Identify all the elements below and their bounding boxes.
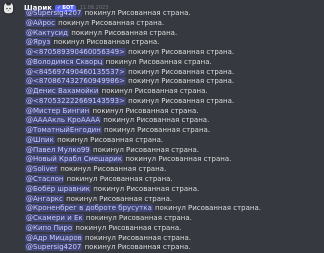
user-mention[interactable]: @Айрос: [25, 18, 56, 27]
user-mention[interactable]: @Supersig4207: [25, 9, 83, 17]
leave-text: покинул Рисованная страна.: [93, 145, 200, 154]
leave-text: покинул Рисованная страна.: [125, 155, 232, 164]
leave-text: покинул Рисованная страна.: [104, 126, 211, 135]
user-mention[interactable]: @ААААкль КроАААА: [25, 116, 102, 125]
avatar[interactable]: [2, 2, 15, 15]
message-line: @Денис Вахамойки покинул Рисованная стра…: [25, 87, 324, 97]
message-line: @Кипо Пиро покинул Рисованная страна.: [25, 223, 324, 234]
user-mention[interactable]: @Скамери и Ек: [25, 214, 84, 223]
leave-text: покинул Рисованная страна.: [128, 48, 235, 57]
message-line: @Скамери и Ек покинул Рисованная страна.: [25, 214, 324, 224]
leave-text: покинул Рисованная страна.: [128, 77, 235, 86]
leave-text: покинул Рисованная страна.: [75, 223, 182, 232]
message-line: @Шпик покинул Рисованная страна.: [25, 135, 324, 146]
user-mention[interactable]: @Володимся Скворц: [25, 57, 104, 66]
message-line: @Павел Мулко99 покинул Рисованная страна…: [25, 145, 324, 156]
message-line: @Ангаркс покинул Рисованная страна.: [25, 194, 324, 205]
user-mention[interactable]: @Шпик: [25, 135, 55, 144]
leave-text: покинул Рисованная страна.: [66, 194, 173, 203]
leave-text: покинул Рисованная страна.: [85, 233, 192, 242]
leave-text: покинул Рисованная страна.: [154, 204, 261, 213]
user-mention[interactable]: @Кипо Пиро: [25, 223, 74, 232]
message-line: @<870867432760949986> покинул Рисованная…: [25, 77, 324, 87]
leave-text: покинул Рисованная страна.: [85, 214, 192, 223]
user-mention[interactable]: @Кроненбрег в доброте брусутка: [25, 204, 153, 213]
message-line: @Soliver покинул Рисованная страна.: [25, 165, 324, 175]
leave-text: покинул Рисованная страна.: [84, 9, 191, 17]
user-mention[interactable]: @Soliver: [25, 165, 58, 174]
message-line: @ААААкль КроАААА покинул Рисованная стра…: [25, 116, 324, 126]
leave-text: покинул Рисованная страна.: [53, 38, 160, 47]
leave-text: покинул Рисованная страна.: [57, 135, 164, 144]
user-mention[interactable]: @Ангаркс: [25, 194, 64, 203]
user-mention[interactable]: @Новый Крабл Смешарик: [25, 155, 124, 164]
message-line: @Новый Крабл Смешарик покинул Рисованная…: [25, 155, 324, 165]
cat-head-icon: [4, 3, 13, 14]
user-mention[interactable]: @<845697490460135537>: [25, 67, 126, 76]
user-mention[interactable]: @ТоматныйЕнгодин: [25, 126, 102, 135]
message-line: @Володимся Скворц покинул Рисованная стр…: [25, 57, 324, 68]
leave-text: покинул Рисованная страна.: [60, 165, 167, 174]
user-mention[interactable]: @Supersig4207: [25, 243, 83, 252]
message-line: @Кактусид покинул Рисованная страна.: [25, 28, 324, 39]
message-line: @Стаслон покинул Рисованная страна.: [25, 175, 324, 185]
user-mention[interactable]: @<870867432760949986>: [25, 77, 126, 86]
leave-text: покинул Рисованная страна.: [128, 67, 235, 76]
user-mention[interactable]: @Денис Вахамойки: [25, 87, 100, 96]
message-line: @<845697490460135537> покинул Рисованная…: [25, 67, 324, 78]
user-mention[interactable]: @Адр Мицаров: [25, 233, 83, 242]
user-mention[interactable]: @Стаслон: [25, 175, 65, 184]
user-mention[interactable]: @Кактусид: [25, 28, 69, 37]
leave-text: покинул Рисованная страна.: [93, 184, 200, 193]
user-mention[interactable]: @Яруз: [25, 38, 52, 47]
message-line: @Мистер Бингин покинул Рисованная страна…: [25, 106, 324, 117]
message-line: @Бобёр шравник покинул Рисованная страна…: [25, 184, 324, 195]
message-line: @Айрос покинул Рисованная страна.: [25, 18, 324, 29]
message-line: @Кроненбрег в доброте брусутка покинул Р…: [25, 204, 324, 214]
leave-text: покинул Рисованная страна.: [71, 28, 178, 37]
leave-text: покинул Рисованная страна.: [66, 175, 173, 184]
user-mention[interactable]: @Бобёр шравник: [25, 184, 91, 193]
leave-text: покинул Рисованная страна.: [92, 106, 199, 115]
leave-text: покинул Рисованная страна.: [103, 116, 210, 125]
message-line: @Supersig4207 покинул Рисованная страна.: [25, 243, 324, 253]
message-line: @Яруз покинул Рисованная страна.: [25, 38, 324, 48]
message-line: @Supersig4207 покинул Рисованная страна.: [25, 9, 324, 19]
user-mention[interactable]: @Павел Мулко99: [25, 145, 91, 154]
user-mention[interactable]: @<870532222669143593>: [25, 96, 126, 105]
message-line: @<870532222669143593> покинул Рисованная…: [25, 96, 324, 107]
user-mention[interactable]: @<870589390460056349>: [25, 48, 126, 57]
leave-text: покинул Рисованная страна.: [128, 96, 235, 105]
leave-text: покинул Рисованная страна.: [84, 243, 191, 252]
user-mention[interactable]: @Мистер Бингин: [25, 106, 91, 115]
leave-text: покинул Рисованная страна.: [58, 18, 165, 27]
message-line: @ТоматныйЕнгодин покинул Рисованная стра…: [25, 126, 324, 136]
chat-message: Шарик ✓ БОТ 11.08.2023 @Supersig4207 пок…: [0, 0, 324, 253]
leave-text: покинул Рисованная страна.: [101, 87, 208, 96]
message-line: @<870589390460056349> покинул Рисованная…: [25, 48, 324, 58]
leave-text: покинул Рисованная страна.: [105, 57, 212, 66]
message-lines: @Supersig4207 покинул Рисованная страна.…: [25, 9, 324, 253]
message-line: @Адр Мицаров покинул Рисованная страна.: [25, 233, 324, 244]
